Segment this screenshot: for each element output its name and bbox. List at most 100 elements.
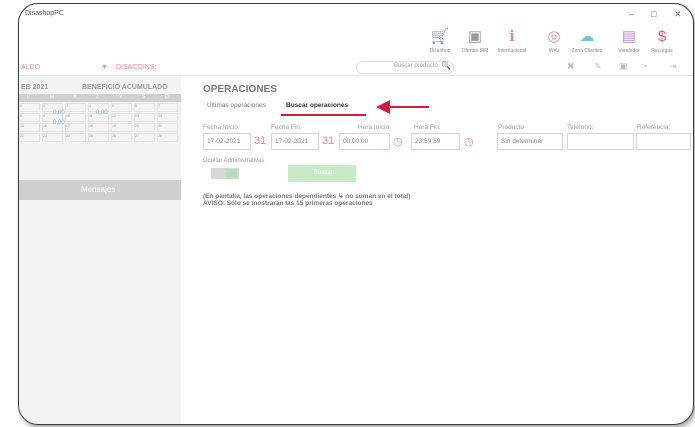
toolbar-item-ofertas-sim[interactable]: ▣ Ofertas SIM [459,26,491,54]
fecha-fin-field[interactable]: 17-02-2021 [271,133,319,150]
calendar-day[interactable]: 7 [157,103,178,112]
calendar-day[interactable]: 6 [134,103,155,112]
toolbar-item-disashop[interactable]: 🛒 Disashop [424,26,456,54]
calendar-icon[interactable]: 31 [322,135,334,147]
toolbar-item-zona-clientes[interactable]: ☁ Zona Clientes [571,26,603,54]
note-dependent-ops: (En pantalla, las operaciones dependient… [203,193,411,200]
benefit-label: BENEFICIO ACUMULADO [82,84,168,91]
dollar-icon: $ [657,28,667,45]
calendar-day[interactable]: 20 [134,123,155,132]
referencia-label: Referencia: [637,124,671,131]
calendar-day[interactable]: 12 [111,113,132,122]
toolbar-item-internacional[interactable]: ℹ Internacional [496,26,528,54]
cart-icon: 🛒 [430,28,450,45]
calendar-day[interactable]: 26 [111,133,132,142]
disacoins-label: DISACOINS: [116,64,157,71]
buscar-label: Buscar [314,170,333,176]
international-icon: ℹ [509,28,515,45]
weekday-label: M [50,94,55,100]
weekday-label: J [96,94,99,100]
calendar-day[interactable]: 18 [88,123,109,132]
toolbar-item-label: Internacional [497,48,527,54]
clock-icon[interactable]: ◷ [393,135,403,148]
tab-ultimas-operaciones[interactable]: Ultimas operaciones [207,102,266,109]
ocultar-toggle[interactable] [211,168,239,179]
vendor-icon: ▤ [621,28,637,45]
close-button[interactable]: ✕ [674,9,682,20]
toolbar-item-label: Vendedor [618,48,640,54]
toggle-knob [226,169,237,178]
calendar-day[interactable]: 23 [42,133,63,142]
search-input[interactable]: Buscar producto [394,63,438,69]
calendar-day[interactable]: 1 [19,103,40,112]
fecha-inicio-field[interactable]: 17-02-2021 [203,133,251,150]
calendar-day[interactable]: 5 [111,103,132,112]
toolbar-item-label: Web [548,48,560,54]
toolbar-item-label: Disashop [429,48,451,54]
calendar-day[interactable]: 25 [88,133,109,142]
messages-label: Mensajes [81,185,116,194]
page-title: OPERACIONES [203,84,277,95]
referencia-field[interactable] [636,133,691,150]
calendar-icon[interactable]: 31 [254,135,266,147]
producto-select[interactable]: Sin determinar [497,133,563,150]
calendar-value: 0,00 [96,110,108,116]
toolbar-item-vendedor[interactable]: ▤ Vendedor [613,26,645,54]
calendar-day[interactable]: 3 [65,103,86,112]
sim-icon: ▣ [467,28,483,45]
timer-icon[interactable]: ◔ [642,61,647,71]
app-title: DisashopPC [25,10,64,17]
active-tab-underline [281,114,366,116]
hora-fin-label: Hora Fin: [414,124,441,131]
minimize-button[interactable]: – [629,9,634,19]
operations-panel: OPERACIONES Ultimas operaciones Buscar o… [181,76,693,424]
calendar-day[interactable]: 21 [157,123,178,132]
calendar-month: EB 2021 [21,84,49,91]
calendar-weekdays: LMXJVSD [19,94,181,102]
cloud-icon: ☁ [579,28,595,45]
telefono-field[interactable] [567,133,634,150]
calendar-day[interactable]: 13 [134,113,155,122]
weekday-label: D [165,94,169,100]
balance-bar: ALDO ▼ DISACOINS: Buscar producto 🔍 ✖ ✎ … [19,60,693,76]
calendar-day[interactable]: 27 [134,133,155,142]
hora-inicio-label: Hora Inicio: [358,124,391,131]
hora-inicio-field[interactable]: 00:00:00 [339,133,390,150]
annotation-arrow [389,106,429,108]
toolbar-item-web[interactable]: ◎ Web [538,26,570,54]
ocultar-label: Ocultar Administrativas [203,158,265,164]
cancel-icon[interactable]: ✖ [567,61,575,72]
toolbar-item-label: Zona Clientes [571,48,603,54]
calendar-day[interactable]: 19 [111,123,132,132]
search-box[interactable]: Buscar producto 🔍 [356,61,454,74]
calendar-day[interactable]: 15 [19,123,40,132]
hora-fin-field[interactable]: 23:59:59 [411,133,460,150]
calendar-day[interactable]: 8 [19,113,40,122]
tab-buscar-operaciones[interactable]: Buscar operaciones [286,102,348,109]
sidebar: EB 2021 BENEFICIO ACUMULADO LMXJVSD 1234… [19,76,181,424]
clock-icon[interactable]: ◷ [464,135,474,148]
calendar-day[interactable]: 17 [65,123,86,132]
dropdown-icon[interactable]: ▼ [101,64,108,71]
app-window: DisashopPC – □ ✕ 🛒 Disashop ▣ Ofertas SIM ℹ I… [19,4,693,424]
buscar-button[interactable]: Buscar [288,165,356,182]
web-icon: ◎ [547,28,561,45]
toolbar-item-recargas[interactable]: $ Recargas [646,26,678,54]
telefono-label: Teléfono: [567,124,594,131]
weekday-label: X [73,94,77,100]
toolbar-item-label: Ofertas SIM [461,48,489,54]
screen-icon[interactable]: ▣ [619,61,628,72]
calendar-day[interactable]: 14 [157,113,178,122]
search-icon[interactable]: 🔍 [441,61,451,70]
calendar-day[interactable]: 28 [157,133,178,142]
note-limit: AVISO: Sólo se mostrarán las 15 primeras… [203,200,373,207]
fecha-inicio-label: Fecha Inicio: [203,124,240,131]
messages-header[interactable]: Mensajes [19,180,181,200]
calendar-day[interactable]: 10 [65,113,86,122]
fecha-fin-label: Fecha Fin: [271,124,302,131]
edit-icon[interactable]: ✎ [594,61,602,72]
maximize-button[interactable]: □ [651,9,656,19]
calendar-day[interactable]: 22 [19,133,40,142]
calendar-day[interactable]: 24 [65,133,86,142]
logout-icon[interactable]: ⇥ [669,61,677,72]
